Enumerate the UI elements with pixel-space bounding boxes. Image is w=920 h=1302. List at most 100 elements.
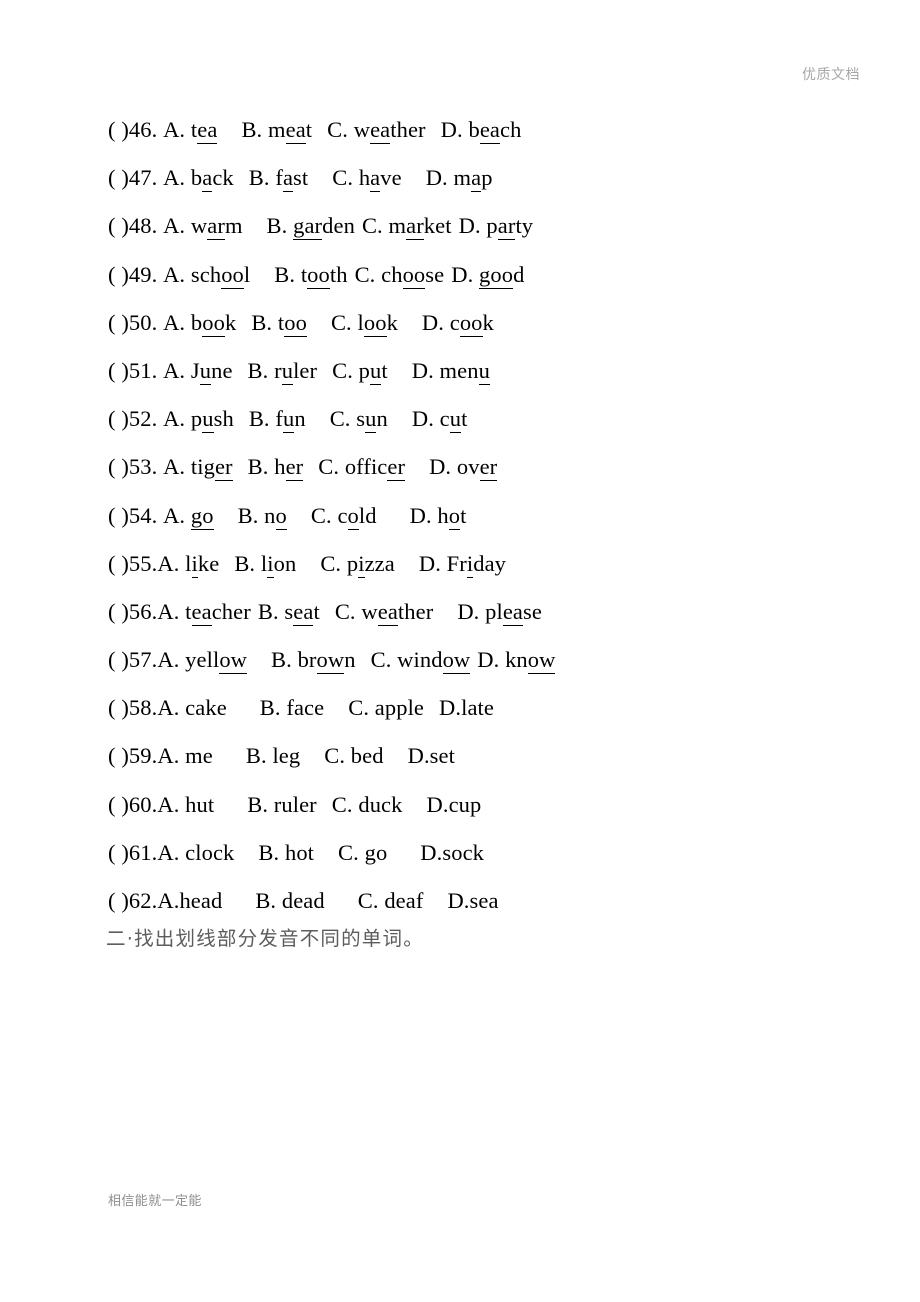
option-letter: A.: [163, 502, 191, 528]
answer-option[interactable]: B. tooth: [274, 251, 347, 299]
answer-option[interactable]: A. warm: [163, 202, 242, 250]
answer-option[interactable]: C. officer: [318, 443, 406, 491]
answer-option[interactable]: D. party: [459, 202, 534, 250]
option-word: weather: [361, 598, 433, 626]
answer-option[interactable]: D.set: [408, 732, 455, 780]
answer-option[interactable]: C. apple: [348, 684, 424, 732]
answer-option[interactable]: C. deaf: [358, 877, 424, 925]
answer-option[interactable]: D. Friday: [419, 540, 506, 588]
word-prefix: l: [185, 550, 192, 576]
answer-option[interactable]: C. window: [371, 636, 471, 684]
answer-option[interactable]: B. meat: [241, 106, 312, 154]
answer-option[interactable]: D.late: [439, 684, 494, 732]
answer-option[interactable]: A. school: [163, 251, 250, 299]
answer-option[interactable]: A. clock: [157, 829, 234, 877]
option-letter: A.: [157, 743, 186, 769]
answer-bracket[interactable]: ( ): [108, 588, 129, 636]
answer-option[interactable]: A. like: [157, 540, 219, 588]
answer-option[interactable]: A. June: [163, 347, 232, 395]
answer-option[interactable]: B. fast: [249, 154, 308, 202]
answer-option[interactable]: C. market: [362, 202, 452, 250]
answer-option[interactable]: D.sock: [420, 829, 484, 877]
answer-option[interactable]: D. over: [429, 443, 498, 491]
answer-option[interactable]: A. book: [163, 299, 236, 347]
answer-option[interactable]: D. good: [451, 251, 524, 299]
answer-option[interactable]: C. weather: [335, 588, 434, 636]
answer-option[interactable]: D. cook: [422, 299, 494, 347]
answer-option[interactable]: A. push: [163, 395, 234, 443]
answer-option[interactable]: D. map: [426, 154, 493, 202]
answer-option[interactable]: C. weather: [327, 106, 426, 154]
answer-option[interactable]: D. hot: [410, 492, 467, 540]
answer-bracket[interactable]: ( ): [108, 540, 129, 588]
answer-option[interactable]: A. tea: [163, 106, 218, 154]
answer-option[interactable]: D. please: [457, 588, 542, 636]
option-letter: C.: [354, 261, 382, 287]
answer-option[interactable]: A. teacher: [157, 588, 251, 636]
answer-option[interactable]: A. yellow: [157, 636, 248, 684]
option-letter: B.: [255, 888, 282, 913]
answer-bracket[interactable]: ( ): [108, 202, 129, 250]
answer-option[interactable]: B. dead: [255, 877, 324, 925]
answer-option[interactable]: D.cup: [426, 781, 481, 829]
answer-option[interactable]: A. tiger: [163, 443, 233, 491]
answer-option[interactable]: C. sun: [330, 395, 388, 443]
answer-option[interactable]: B. garden: [267, 202, 355, 250]
answer-bracket[interactable]: ( ): [108, 877, 129, 925]
answer-option[interactable]: D. beach: [441, 106, 522, 154]
answer-bracket[interactable]: ( ): [108, 829, 129, 877]
option-letter: D.: [477, 647, 506, 673]
answer-bracket[interactable]: ( ): [108, 732, 129, 780]
option-letter: D.: [420, 839, 443, 865]
answer-option[interactable]: B. ruler: [248, 347, 318, 395]
answer-option[interactable]: A. hut: [157, 781, 214, 829]
answer-option[interactable]: B. lion: [234, 540, 296, 588]
answer-bracket[interactable]: ( ): [108, 684, 129, 732]
answer-option[interactable]: C. put: [332, 347, 388, 395]
answer-bracket[interactable]: ( ): [108, 492, 129, 540]
option-word: go: [190, 502, 214, 530]
answer-option[interactable]: C. have: [332, 154, 402, 202]
answer-option[interactable]: D. know: [477, 636, 556, 684]
answer-bracket[interactable]: ( ): [108, 154, 129, 202]
answer-bracket[interactable]: ( ): [108, 395, 129, 443]
answer-option[interactable]: C. cold: [311, 492, 377, 540]
answer-option[interactable]: B. face: [260, 684, 324, 732]
answer-option[interactable]: B. no: [238, 492, 287, 540]
answer-option[interactable]: B. ruler: [247, 781, 317, 829]
answer-bracket[interactable]: ( ): [108, 106, 129, 154]
option-word: fun: [275, 406, 306, 434]
answer-option[interactable]: B. seat: [258, 588, 320, 636]
answer-option[interactable]: A. me: [157, 732, 213, 780]
answer-bracket[interactable]: ( ): [108, 347, 129, 395]
answer-option[interactable]: C. look: [331, 299, 398, 347]
option-letter: B.: [258, 839, 285, 865]
answer-bracket[interactable]: ( ): [108, 443, 129, 491]
answer-option[interactable]: C. pizza: [320, 540, 395, 588]
answer-option[interactable]: A. back: [163, 154, 234, 202]
answer-option[interactable]: B. leg: [246, 732, 300, 780]
answer-bracket[interactable]: ( ): [108, 251, 129, 299]
answer-option[interactable]: D. menu: [412, 347, 490, 395]
answer-option[interactable]: B. too: [251, 299, 307, 347]
answer-option[interactable]: A. cake: [157, 684, 226, 732]
answer-option[interactable]: A.head: [157, 877, 222, 925]
answer-option[interactable]: B. brown: [271, 636, 356, 684]
answer-option[interactable]: C. go: [338, 829, 387, 877]
answer-option[interactable]: C. choose: [355, 251, 445, 299]
option-word: officer: [345, 454, 406, 482]
answer-option[interactable]: D.sea: [447, 877, 498, 925]
answer-option[interactable]: C. duck: [332, 781, 403, 829]
answer-option[interactable]: D. cut: [412, 395, 468, 443]
answer-option[interactable]: B. hot: [258, 829, 314, 877]
answer-option[interactable]: A. go: [163, 492, 214, 540]
question-row: ( )53. A. tiger B. her C. officer D. over: [108, 443, 828, 491]
option-letter: C.: [348, 695, 375, 721]
answer-bracket[interactable]: ( ): [108, 636, 129, 684]
answer-option[interactable]: B. her: [248, 443, 304, 491]
underlined-sound: gar: [293, 213, 323, 241]
answer-bracket[interactable]: ( ): [108, 299, 129, 347]
answer-bracket[interactable]: ( ): [108, 781, 129, 829]
answer-option[interactable]: B. fun: [249, 395, 306, 443]
answer-option[interactable]: C. bed: [324, 732, 383, 780]
